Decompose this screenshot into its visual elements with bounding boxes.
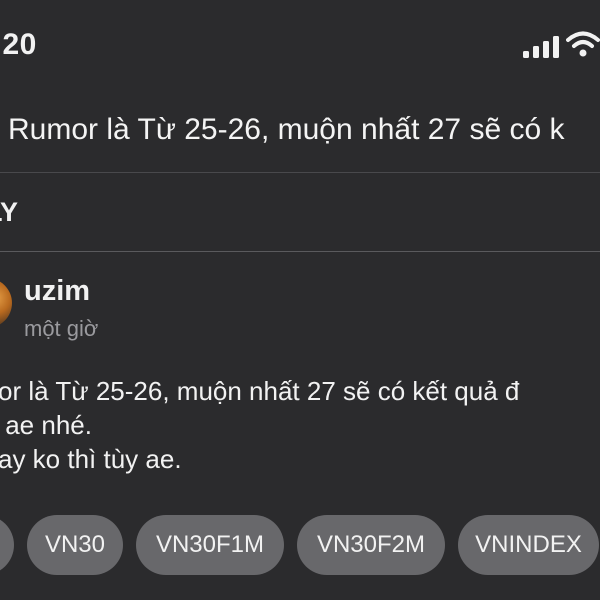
screen: :20 Rumor là Từ 25-26, muộn nhất 27 sẽ c… — [0, 0, 600, 600]
tag-chip-vn30[interactable]: VN30 — [27, 515, 123, 575]
post-line: ay ko thì tùy ae. — [0, 444, 182, 474]
avatar[interactable] — [0, 278, 12, 328]
tag-chip[interactable] — [0, 515, 14, 575]
cellular-signal-icon — [523, 36, 559, 58]
section-label: LY — [0, 197, 19, 227]
header: Rumor là Từ 25-26, muộn nhất 27 sẽ có k — [0, 92, 600, 173]
status-time: :20 — [0, 28, 37, 61]
wifi-icon — [566, 31, 600, 57]
tag-list: VN30 VN30F1M VN30F2M VNINDEX — [0, 515, 600, 577]
section-row[interactable]: LY — [0, 173, 600, 252]
post-body: or là Từ 25-26, muộn nhất 27 sẽ có kết q… — [0, 374, 600, 476]
tag-chip-vn30f2m[interactable]: VN30F2M — [297, 515, 445, 575]
post-line: ae nhé. — [0, 410, 92, 440]
post-author[interactable]: uzim — [24, 275, 90, 308]
post-timestamp: một giờ — [24, 316, 99, 341]
tag-chip-vn30f1m[interactable]: VN30F1M — [136, 515, 284, 575]
page-title: Rumor là Từ 25-26, muộn nhất 27 sẽ có k — [8, 113, 565, 146]
tag-chip-vnindex[interactable]: VNINDEX — [458, 515, 599, 575]
status-bar: :20 — [0, 0, 600, 92]
post-line: or là Từ 25-26, muộn nhất 27 sẽ có kết q… — [0, 376, 520, 406]
